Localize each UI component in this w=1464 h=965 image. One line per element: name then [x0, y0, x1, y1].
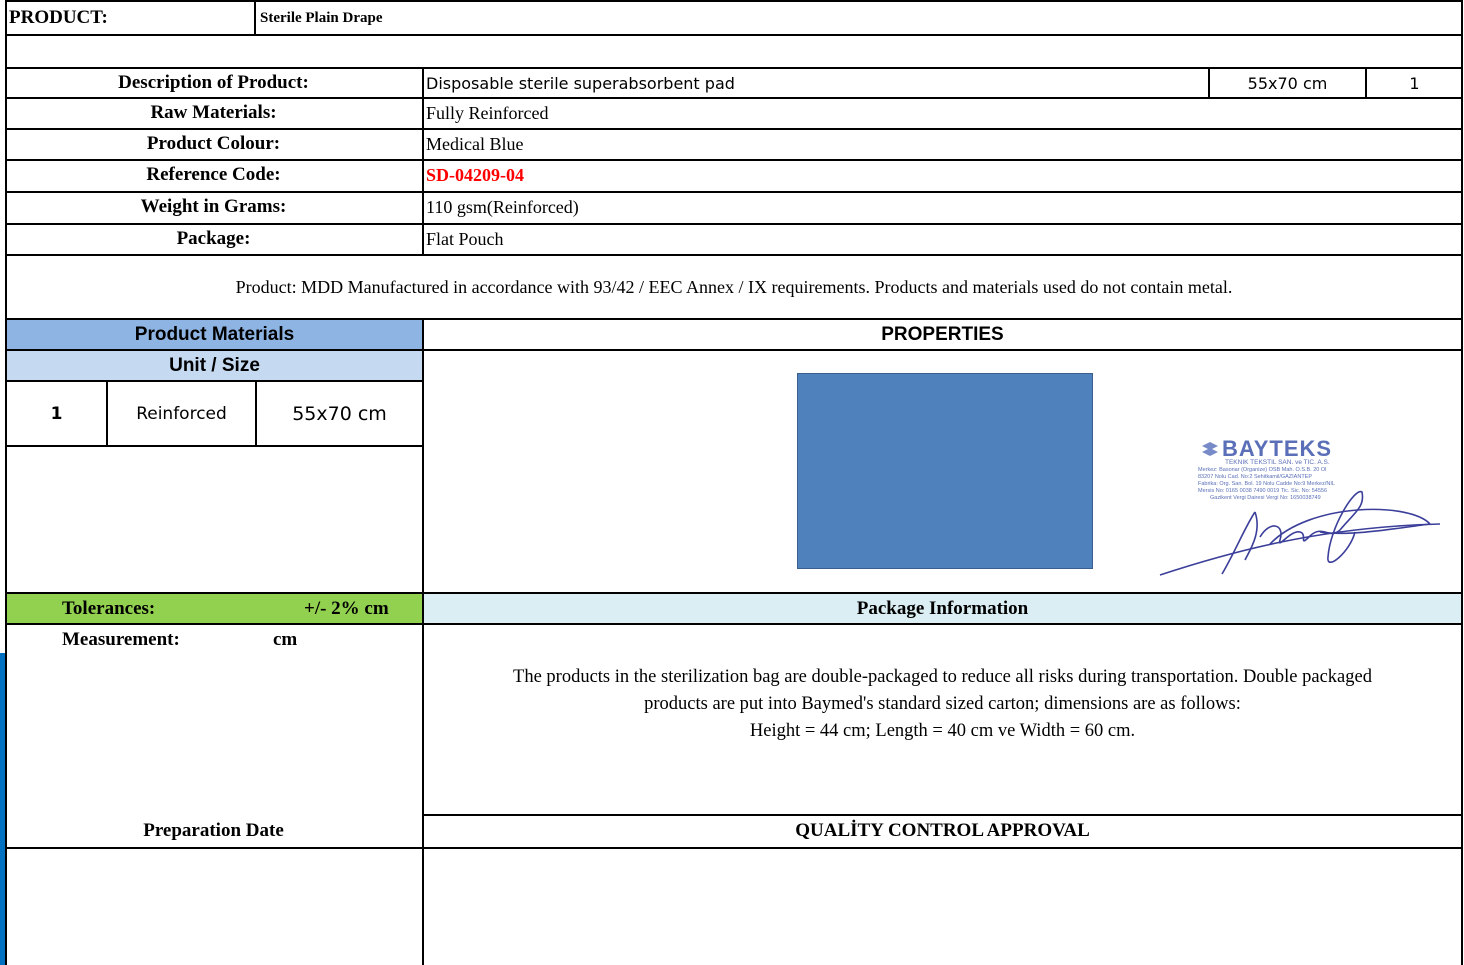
- measurement-unit: cm: [273, 629, 298, 650]
- tolerances-value: +/- 2% cm: [304, 597, 389, 619]
- material-item-number: 1: [50, 403, 63, 424]
- divider: [1208, 67, 1210, 99]
- divider: [422, 318, 424, 965]
- compliance-note: Product: MDD Manufactured in accordance …: [235, 276, 1233, 297]
- stamp-line: 83207 Nolu Cad. No:2 Sehitkamil/GAZIANTE…: [1198, 474, 1313, 480]
- product-color-swatch: [797, 373, 1093, 569]
- spec-size: 55x70 cm: [1247, 73, 1328, 93]
- divider: [1365, 67, 1367, 99]
- preparation-date-label: Preparation Date: [143, 819, 284, 841]
- divider: [5, 445, 423, 447]
- divider: [5, 34, 1463, 36]
- stamp-line: Merkez: Basonar (Organize) OSB Mah. O.S.…: [1198, 467, 1327, 473]
- tolerances-label: Tolerances:: [62, 597, 156, 619]
- divider: [254, 0, 256, 36]
- reference-code-value: SD-04209-04: [426, 164, 524, 185]
- stamp-line: TEKNIK TEKSTIL SAN. ve TIC. A.S.: [1225, 459, 1330, 466]
- stamp-line: Fabrika: Org. San. Bol. 19 Nolu Cadde No…: [1198, 481, 1335, 487]
- spec-value: Medical Blue: [426, 133, 524, 154]
- product-name: Sterile Plain Drape: [260, 9, 383, 26]
- package-info-line: products are put into Baymed's standard …: [644, 694, 1241, 714]
- spec-label: Description of Product:: [118, 72, 309, 93]
- package-info-header: Package Information: [424, 594, 1461, 623]
- product-materials-header: Product Materials: [7, 320, 422, 349]
- spec-qty: 1: [1409, 73, 1420, 93]
- unit-size-header: Unit / Size: [7, 351, 422, 380]
- left-accent-bar: [0, 653, 5, 965]
- stamp-line: Mersis No: 0165 0038 7490 0019 Tic. Sic.…: [1198, 488, 1328, 494]
- product-label: PRODUCT:: [9, 7, 108, 28]
- package-info-line: Height = 44 cm; Length = 40 cm ve Width …: [749, 721, 1136, 741]
- package-info-line: The products in the sterilization bag ar…: [513, 667, 1372, 687]
- spec-value: Flat Pouch: [426, 228, 504, 249]
- divider: [5, 847, 1463, 849]
- spec-value: 110 gsm(Reinforced): [426, 196, 579, 217]
- stamp-line: Gazikent Vergi Dairesi Vergi No: 1650038…: [1210, 495, 1321, 501]
- spec-label: Raw Materials:: [150, 102, 277, 123]
- material-item-type: Reinforced: [136, 404, 227, 424]
- company-stamp: BAYTEKS TEKNIK TEKSTIL SAN. ve TIC. A.S.…: [1150, 432, 1450, 582]
- quality-control-label: QUALİTY CONTROL APPROVAL: [795, 819, 1090, 841]
- spec-label: Product Colour:: [146, 133, 281, 154]
- properties-header: PROPERTIES: [881, 323, 1004, 345]
- spec-label: Package:: [176, 228, 251, 249]
- spec-value: Fully Reinforced: [426, 102, 549, 123]
- spec-label: Weight in Grams:: [140, 196, 287, 217]
- spec-value: Disposable sterile superabsorbent pad: [426, 73, 735, 93]
- divider: [422, 67, 424, 256]
- measurement-label: Measurement:: [62, 629, 180, 650]
- package-info-text: The products in the sterilization bag ar…: [424, 664, 1461, 745]
- divider: [5, 623, 1463, 625]
- material-item-size: 55x70 cm: [292, 402, 387, 425]
- spec-label: Reference Code:: [146, 164, 281, 185]
